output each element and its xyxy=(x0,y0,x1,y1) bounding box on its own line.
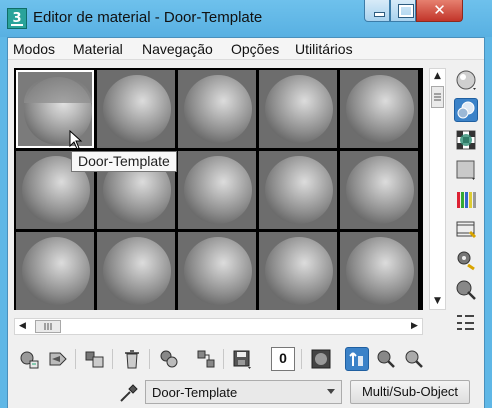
menu-utilitarios[interactable]: Utilitários xyxy=(295,41,353,57)
sample-slot[interactable] xyxy=(97,232,175,310)
sample-sphere xyxy=(265,237,333,305)
material-id-value: 0 xyxy=(279,350,287,366)
sample-sphere xyxy=(346,75,414,143)
menu-material[interactable]: Material xyxy=(73,41,123,57)
close-icon: ✕ xyxy=(433,1,446,19)
material-type-button[interactable]: Multi/Sub-Object xyxy=(350,380,470,404)
chevron-down-icon xyxy=(327,389,335,394)
sample-slot[interactable] xyxy=(259,151,337,229)
material-id-channel-icon[interactable]: 0 xyxy=(271,347,295,371)
material-id-list-icon[interactable] xyxy=(454,310,478,334)
show-end-result-icon[interactable] xyxy=(345,347,369,371)
tooltip: Door-Template xyxy=(71,151,177,172)
scroll-up-icon[interactable]: ▲ xyxy=(430,69,445,84)
menu-opcoes[interactable]: Opções xyxy=(231,41,279,57)
show-shaded-icon[interactable] xyxy=(309,347,333,371)
options-icon[interactable] xyxy=(454,248,478,272)
material-editor-client: Modos Material Navegação Opções Utilitár… xyxy=(7,37,485,408)
menu-navegacao[interactable]: Navegação xyxy=(142,41,213,57)
sample-slot[interactable] xyxy=(259,232,337,310)
sample-slot[interactable] xyxy=(340,70,418,148)
menu-modos[interactable]: Modos xyxy=(13,41,55,57)
close-button[interactable]: ✕ xyxy=(416,0,463,22)
sample-sphere xyxy=(184,75,252,143)
save-icon[interactable] xyxy=(231,347,255,371)
sample-sphere xyxy=(346,156,414,224)
mouse-cursor-icon xyxy=(69,130,83,150)
sample-sphere xyxy=(265,156,333,224)
reset-map-icon[interactable] xyxy=(120,347,144,371)
vertical-scrollbar[interactable]: ▲ ▼ xyxy=(429,68,446,310)
sample-slot[interactable] xyxy=(16,232,94,310)
toolbar-separator xyxy=(112,349,113,369)
scroll-left-icon[interactable]: ◀ xyxy=(15,319,30,334)
sample-slot[interactable] xyxy=(259,70,337,148)
toolbar-separator xyxy=(75,349,76,369)
sample-sphere xyxy=(184,237,252,305)
sample-slot[interactable] xyxy=(178,151,256,229)
sample-slot[interactable] xyxy=(97,70,175,148)
horizontal-scroll-thumb[interactable] xyxy=(35,320,61,333)
sample-uv-tiling-icon[interactable] xyxy=(454,158,478,182)
pick-material-eyedropper-icon[interactable] xyxy=(118,382,140,404)
select-by-material-icon[interactable] xyxy=(454,278,478,302)
sample-sphere xyxy=(103,237,171,305)
minimize-button[interactable] xyxy=(364,0,390,22)
material-name-dropdown[interactable]: Door-Template xyxy=(145,380,342,404)
sample-slot[interactable] xyxy=(178,232,256,310)
scroll-right-icon[interactable]: ▶ xyxy=(407,319,422,334)
background-checker-icon[interactable] xyxy=(454,128,478,152)
toolbar-separator xyxy=(301,349,302,369)
vertical-scroll-thumb[interactable] xyxy=(431,86,444,108)
sample-sphere xyxy=(103,75,171,143)
material-name-value: Door-Template xyxy=(152,385,238,400)
sample-sphere xyxy=(184,156,252,224)
menu-bar: Modos Material Navegação Opções Utilitár… xyxy=(8,38,484,60)
sample-slot[interactable] xyxy=(340,232,418,310)
sample-slot[interactable] xyxy=(178,70,256,148)
horizontal-scrollbar[interactable]: ◀ ▶ xyxy=(14,318,423,335)
make-preview-icon[interactable] xyxy=(454,218,478,242)
go-forward-sibling-icon[interactable] xyxy=(402,347,426,371)
toolbar-separator xyxy=(149,349,150,369)
assign-to-selection-icon[interactable] xyxy=(83,347,107,371)
sample-sphere xyxy=(346,237,414,305)
put-to-library-icon[interactable] xyxy=(194,347,218,371)
scroll-down-icon[interactable]: ▼ xyxy=(430,294,445,309)
make-unique-icon[interactable] xyxy=(157,347,181,371)
get-material-icon[interactable] xyxy=(18,347,42,371)
sample-slots xyxy=(14,68,423,310)
window-title: Editor de material - Door-Template xyxy=(33,9,263,26)
put-to-scene-icon[interactable] xyxy=(46,347,70,371)
sample-sphere xyxy=(265,75,333,143)
sample-slot[interactable] xyxy=(340,151,418,229)
sample-type-sphere-icon[interactable] xyxy=(454,68,478,92)
video-color-check-icon[interactable] xyxy=(454,188,478,212)
app-icon[interactable]: 3 xyxy=(7,8,27,29)
backlight-icon[interactable] xyxy=(454,98,478,122)
maximize-button[interactable] xyxy=(390,0,416,22)
sample-sphere xyxy=(22,237,90,305)
go-to-parent-icon[interactable] xyxy=(374,347,398,371)
toolbar-separator xyxy=(223,349,224,369)
title-bar: 3 Editor de material - Door-Template ✕ xyxy=(0,0,492,37)
